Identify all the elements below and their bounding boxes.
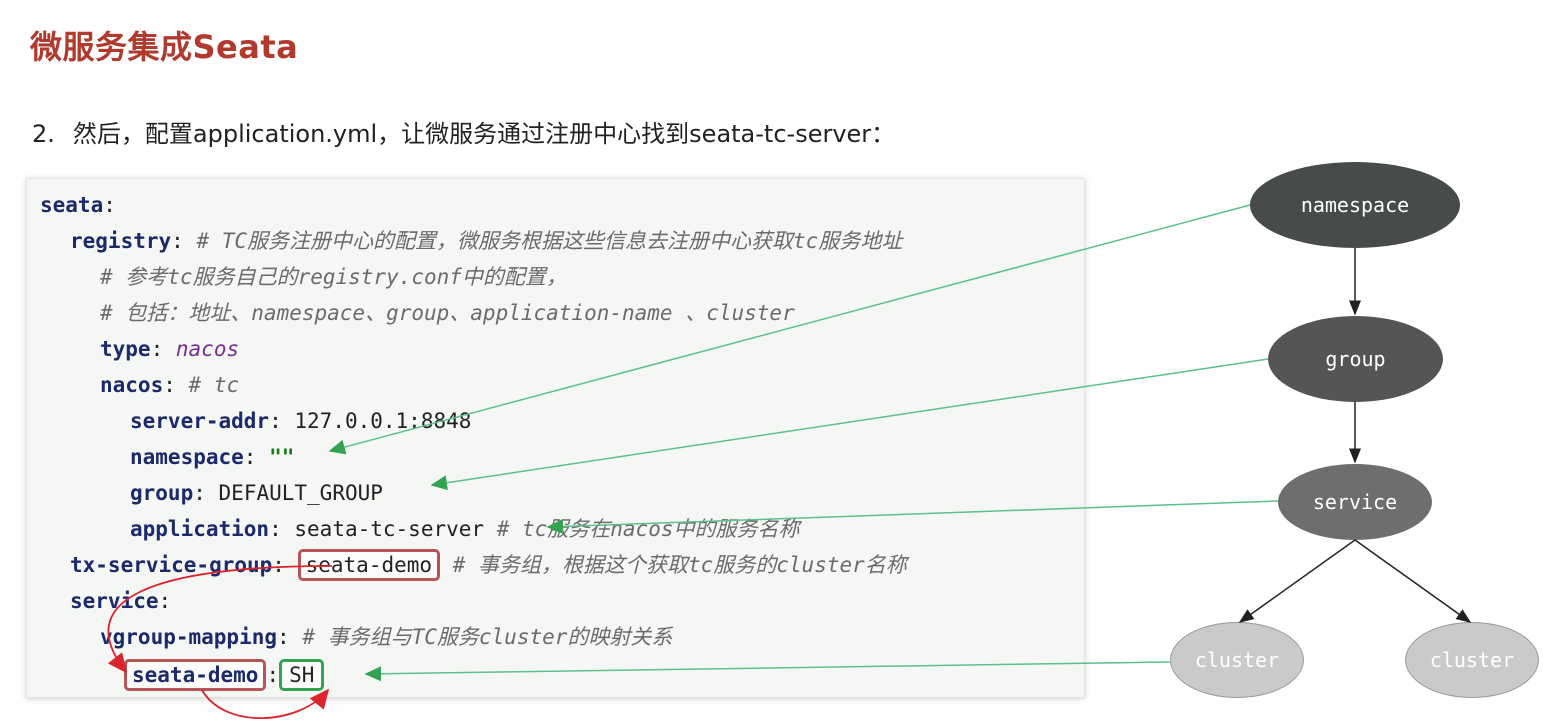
arrow-mapping-to-cluster xyxy=(201,688,330,720)
arrow-namespace-to-code xyxy=(328,204,1251,455)
arrow-group-to-code xyxy=(430,358,1269,491)
arrow-cluster-to-code xyxy=(364,661,1171,682)
edge-service-cluster-right xyxy=(1354,539,1472,623)
arrow-service-to-code xyxy=(546,500,1279,534)
connector-arrows xyxy=(107,204,1472,720)
edge-service-cluster-left xyxy=(1238,539,1356,623)
arrow-txgroup-to-mapping xyxy=(107,565,333,674)
